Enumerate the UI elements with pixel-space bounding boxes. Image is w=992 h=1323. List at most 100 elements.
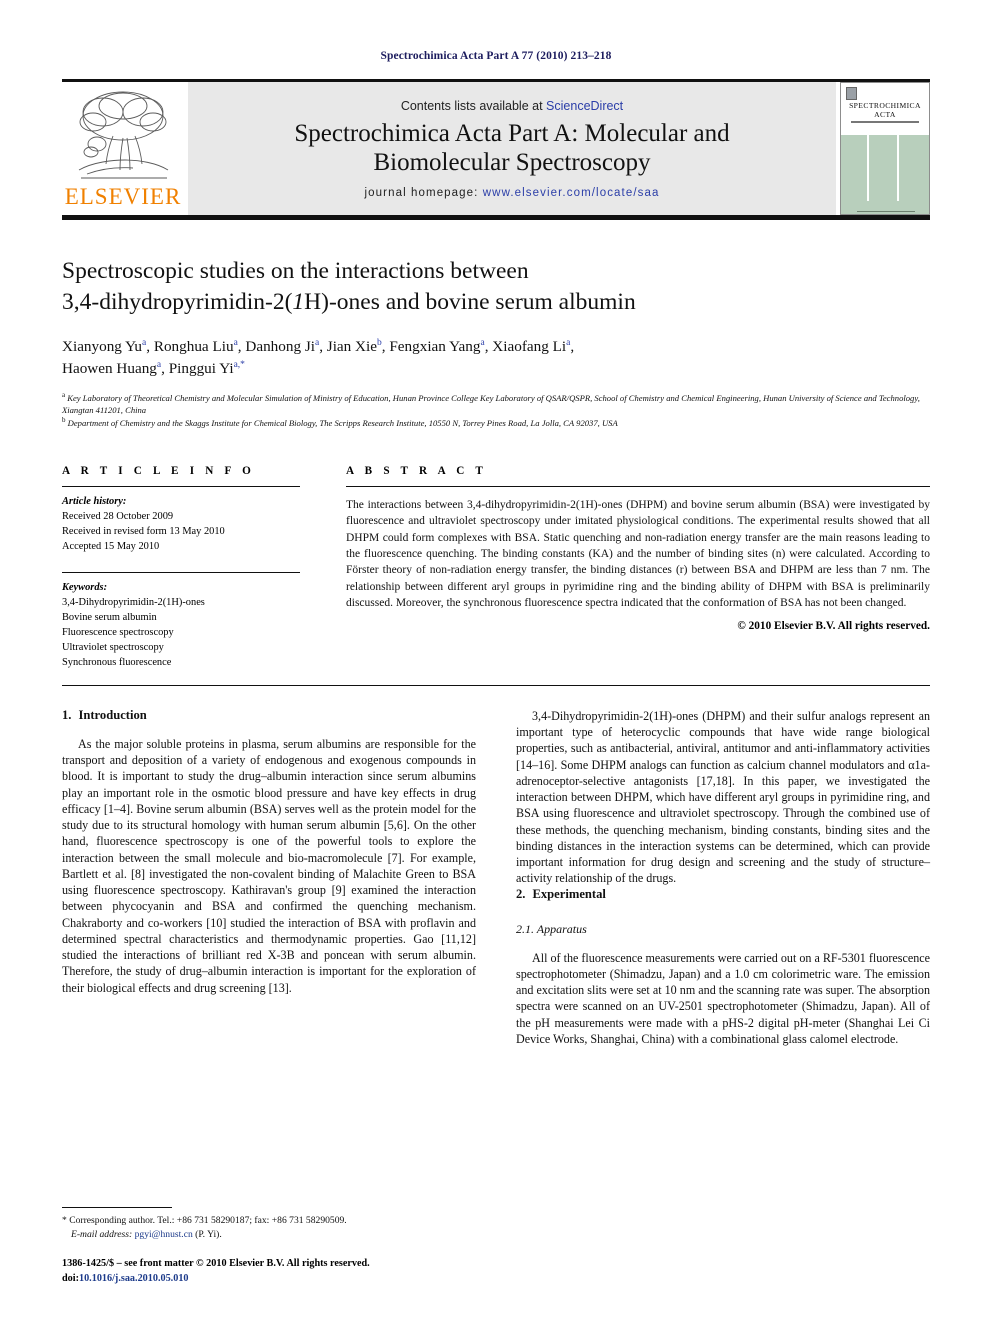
doi-label: doi: [62,1273,79,1285]
title-block: Spectroscopic studies on the interaction… [62,256,930,429]
abstract-text: The interactions between 3,4-dihydropyri… [346,498,930,609]
info-abstract-region: A R T I C L E I N F O Article history: R… [62,465,930,671]
email-suffix: (P. Yi). [195,1228,222,1240]
author-name: Pinggui Yi [168,359,234,377]
footnote-rule [62,1206,172,1208]
homepage-label: journal homepage: [364,186,479,199]
imprint-block: 1386-1425/$ – see front matter © 2010 El… [62,1257,476,1287]
cover-bar-left [867,135,869,201]
corresponding-author-note: * Corresponding author. Tel.: +86 731 58… [62,1214,347,1226]
author-item[interactable]: Xiaofang Lia [492,337,570,355]
abstract-column: A B S T R A C T The interactions between… [346,465,930,671]
subsection-title: Apparatus [536,921,587,936]
author-item[interactable]: Fengxian Yanga [389,337,484,355]
abstract-rule [346,485,930,487]
journal-title: Spectrochimica Acta Part A: Molecular an… [294,119,729,178]
contents-available-line: Contents lists available at ScienceDirec… [401,99,623,113]
body-two-column: 1. Introduction As the major soluble prot… [62,708,930,1048]
doi-line: doi:10.1016/j.saa.2010.05.010 [62,1272,476,1287]
article-info-column: A R T I C L E I N F O Article history: R… [62,465,300,671]
author-name: Xianyong Yu [62,337,143,355]
author-item[interactable]: Ronghua Liua [153,337,238,355]
author-sep: , [319,337,327,355]
section-title: Introduction [78,707,147,722]
author-item[interactable]: Haowen Huanga [62,359,161,377]
title-line-2a: 3,4-dihydropyrimidin-2( [62,289,293,316]
article-history: Article history: Received 28 October 200… [62,495,300,555]
history-item: Received in revised form 13 May 2010 [62,525,225,537]
journal-band: Contents lists available at ScienceDirec… [188,82,836,215]
cover-body [841,135,929,214]
cover-header: SPECTROCHIMICA ACTA [841,87,929,135]
article-info-rule-top [62,485,300,487]
keyword-item: Ultraviolet spectroscopy [62,641,164,653]
cover-rule [851,121,919,123]
author-name: Jian Xie [326,337,377,355]
section-heading-experimental: 2. Experimental [516,887,930,902]
keyword-item: 3,4-Dihydropyrimidin-2(1H)-ones [62,596,205,608]
doi-link[interactable]: 10.1016/j.saa.2010.05.010 [79,1273,189,1284]
homepage-url-link[interactable]: www.elsevier.com/locate/saa [483,187,660,199]
elsevier-tree-icon [78,91,169,179]
affiliation-row: b Department of Chemistry and the Skaggs… [62,416,930,429]
corresponding-author-marker[interactable]: a,* [234,359,245,369]
email-line: E-mail address: pgyi@hnust.cn (P. Yi). [62,1228,476,1242]
subsection-number: 2.1. [516,921,534,936]
author-item[interactable]: Pinggui Yia,* [168,359,245,377]
author-sep: , [570,337,575,355]
author-sep: , [146,337,154,355]
journal-homepage-line: journal homepage: www.elsevier.com/locat… [365,187,660,199]
journal-masthead: ELSEVIER Contents lists available at Sci… [62,79,930,215]
running-head: Spectrochimica Acta Part A 77 (2010) 213… [380,50,612,62]
keyword-item: Synchronous fluorescence [62,656,172,668]
footnote-region: * Corresponding author. Tel.: +86 731 58… [62,1206,476,1287]
body-column-right: 3,4-Dihydropyrimidin-2(1H)-ones (DHPM) a… [516,708,930,1048]
affiliations: a Key Laboratory of Theoretical Chemistr… [62,391,930,429]
history-item: Accepted 15 May 2010 [62,540,160,552]
section-title: Experimental [532,886,606,901]
email-link[interactable]: pgyi@hnust.cn [135,1229,193,1240]
journal-title-line1: Spectrochimica Acta Part A: Molecular an… [294,119,730,147]
author-name: Haowen Huang [62,359,157,377]
masthead-bottom-rule [62,215,930,220]
cover-mini-logo-icon [846,87,857,100]
title-line-2-italic: 1 [292,289,305,316]
author-list: Xianyong Yua, Ronghua Liua, Danhong Jia,… [62,336,930,380]
author-sep: , [161,359,169,377]
affiliation-text: Department of Chemistry and the Skaggs I… [67,417,618,428]
author-name: Fengxian Yang [389,337,481,355]
author-item[interactable]: Xianyong Yua [62,337,146,355]
article-info-heading: A R T I C L E I N F O [62,464,256,477]
subsection-heading-apparatus: 2.1. Apparatus [516,922,930,937]
abstract-heading: A B S T R A C T [346,464,488,477]
author-name: Danhong Ji [245,337,315,355]
contents-prefix: Contents lists available at [400,98,543,113]
cover-footer-rule [857,211,915,212]
page-title: Spectroscopic studies on the interaction… [62,256,930,319]
keywords-block: Keywords: 3,4-Dihydropyrimidin-2(1H)-one… [62,581,300,671]
article-history-label: Article history: [62,495,127,507]
keyword-item: Fluorescence spectroscopy [62,626,174,638]
section-heading-introduction: 1. Introduction [62,708,476,723]
footnote-block: * Corresponding author. Tel.: +86 731 58… [62,1214,476,1242]
intro-paragraph-2: 3,4-Dihydropyrimidin-2(1H)-ones (DHPM) a… [516,708,930,886]
affiliation-text: Key Laboratory of Theoretical Chemistry … [62,392,920,415]
sciencedirect-link[interactable]: ScienceDirect [546,99,623,113]
author-name: Xiaofang Li [492,337,567,355]
email-label: E-mail address: [71,1228,133,1240]
cover-title-line2: ACTA [874,110,896,119]
author-item[interactable]: Danhong Jia [245,337,319,355]
title-line-2b: H)-ones and bovine serum albumin [304,289,636,316]
experimental-paragraph-1: All of the fluorescence measurements wer… [516,950,930,1046]
section-number: 1. [62,707,72,722]
author-name: Ronghua Liu [153,337,234,355]
section-number: 2. [516,886,526,901]
journal-cover-thumbnail: SPECTROCHIMICA ACTA [840,82,930,215]
affiliation-marker: b [62,415,66,424]
title-line-1: Spectroscopic studies on the interaction… [62,258,529,284]
cover-bar-right [897,135,899,201]
history-item: Received 28 October 2009 [62,510,174,522]
issn-front-matter: 1386-1425/$ – see front matter © 2010 El… [62,1258,370,1270]
affiliation-marker: a [62,390,66,399]
author-item[interactable]: Jian Xieb [326,337,382,355]
